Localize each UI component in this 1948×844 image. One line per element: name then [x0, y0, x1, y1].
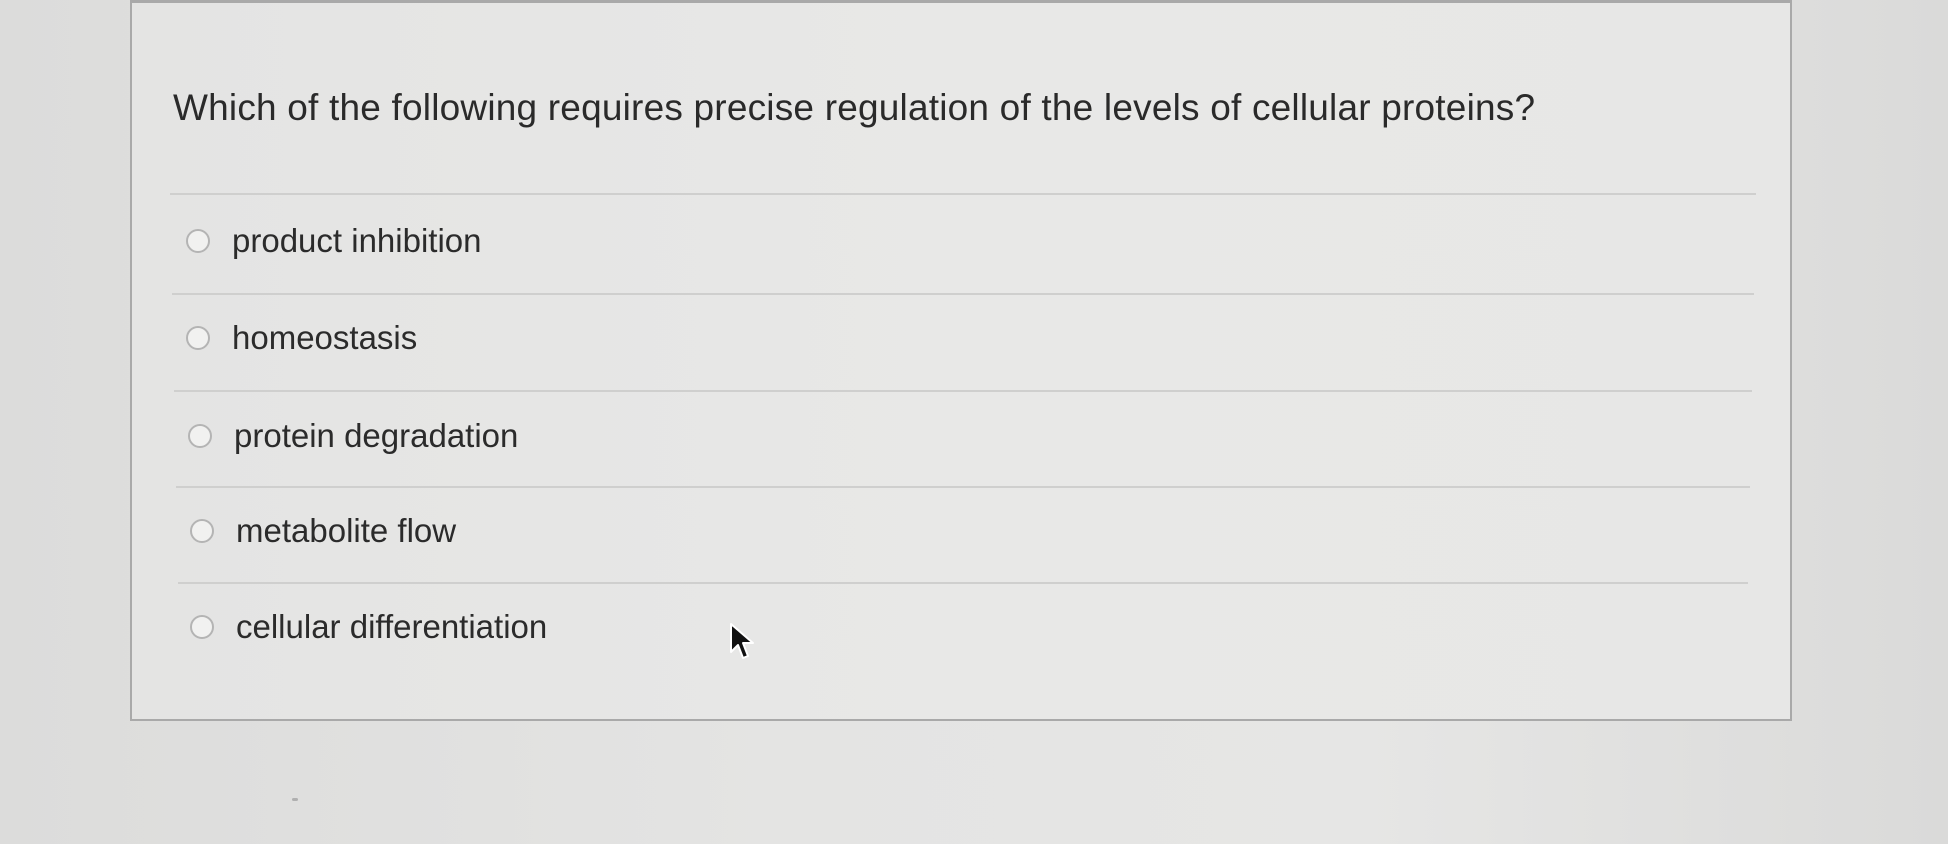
radio-button-icon[interactable]: [188, 424, 212, 448]
radio-button-icon[interactable]: [190, 615, 214, 639]
question-card: Which of the following requires precise …: [130, 0, 1792, 721]
divider: [172, 293, 1754, 295]
answer-option-metabolite-flow[interactable]: metabolite flow: [190, 509, 456, 553]
radio-button-icon[interactable]: [186, 229, 210, 253]
question-text: Which of the following requires precise …: [173, 87, 1536, 128]
option-label: metabolite flow: [236, 512, 457, 549]
option-label: product inhibition: [232, 222, 482, 259]
answer-option-product-inhibition[interactable]: product inhibition: [186, 219, 482, 263]
option-label: homeostasis: [232, 319, 418, 356]
mouse-pointer-icon: [730, 623, 754, 659]
radio-button-icon[interactable]: [190, 519, 214, 543]
divider: [174, 390, 1752, 392]
radio-button-icon[interactable]: [186, 326, 210, 350]
screen-speck: [292, 798, 298, 801]
answer-option-cellular-differentiation[interactable]: cellular differentiation: [190, 605, 547, 649]
option-label: cellular differentiation: [236, 608, 548, 645]
option-label: protein degradation: [234, 417, 519, 454]
answer-option-homeostasis[interactable]: homeostasis: [186, 316, 417, 360]
answer-option-protein-degradation[interactable]: protein degradation: [188, 414, 518, 458]
divider: [176, 486, 1750, 488]
divider: [170, 193, 1756, 195]
divider: [178, 582, 1748, 584]
